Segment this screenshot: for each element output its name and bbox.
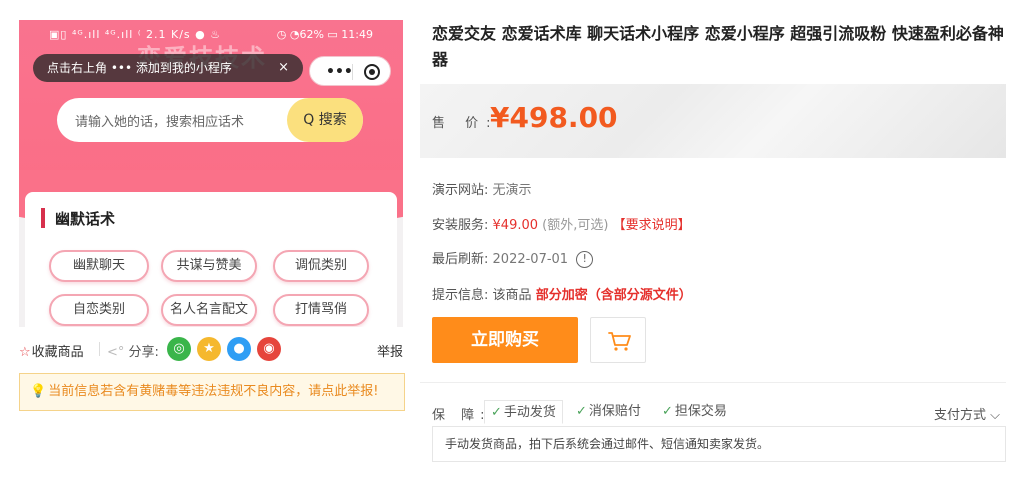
- add-miniprogram-tip: 点击右上角 ••• 添加到我的小程序 ×: [33, 54, 303, 82]
- cart-icon: [608, 332, 631, 351]
- phrase-category-card: 幽默话术 幽默聊天 共谋与赞美 调侃类别 自恋类别 名人名言配文 打情骂俏: [25, 192, 397, 327]
- close-icon: ×: [278, 60, 289, 75]
- check-icon: ✓: [662, 404, 673, 419]
- tip-text: 点击右上角 ••• 添加到我的小程序: [47, 61, 232, 75]
- lightbulb-icon: 💡: [30, 384, 47, 399]
- buy-now-button[interactable]: 立即购买: [432, 317, 578, 363]
- demo-row: 演示网站: 无演示: [432, 179, 532, 198]
- install-requirements-link[interactable]: 【要求说明】: [613, 218, 691, 233]
- phone-search-button: Q 搜索: [287, 98, 363, 142]
- guarantee-tab-compensation[interactable]: ✓ 消保赔付: [570, 400, 647, 424]
- chevron-down-icon: ⌵: [986, 408, 1000, 423]
- phrase-chip: 幽默聊天: [49, 250, 149, 282]
- miniprogram-capsule: •••: [309, 56, 391, 86]
- phrase-chip: 调侃类别: [273, 250, 369, 282]
- demo-value: 无演示: [492, 183, 532, 198]
- tip-highlight: 部分加密（含部分源文件）: [535, 288, 692, 303]
- install-row: 安装服务: ¥49.00 (额外,可选) 【要求说明】: [432, 214, 691, 233]
- share-text: 分享:: [128, 345, 159, 360]
- guarantee-tab-escrow[interactable]: ✓ 担保交易: [656, 400, 733, 424]
- info-icon[interactable]: !: [576, 251, 594, 268]
- demo-label: 演示网站:: [432, 183, 489, 198]
- refresh-label: 最后刷新:: [432, 252, 489, 267]
- price-panel: 售 价: ¥498.00: [420, 84, 1006, 158]
- phone-search-placeholder: 请输入她的话，搜索相应话术: [75, 115, 245, 130]
- weibo-icon[interactable]: ◉: [257, 337, 281, 361]
- check-icon: ✓: [576, 404, 587, 419]
- product-page: ▣▯ ⁴ᴳ.ıll ⁴ᴳ.ıll ⁽ 2.1 K/s ● ♨ ◷ ◔62% ▭ …: [0, 0, 1024, 480]
- tip-prefix: 该商品: [492, 288, 532, 303]
- phrase-chip: 打情骂俏: [273, 294, 369, 326]
- tip-label: 提示信息:: [432, 288, 489, 303]
- report-notice[interactable]: 💡 当前信息若含有黄赌毒等违法违规不良内容，请点此举报!: [19, 373, 405, 411]
- qzone-icon[interactable]: ★: [197, 337, 221, 361]
- payment-label: 支付方式: [933, 408, 986, 423]
- install-note: (额外,可选): [542, 218, 609, 233]
- guarantee-tab-manual-delivery[interactable]: ✓ 手动发货: [484, 400, 563, 424]
- phrase-chip: 共谋与赞美: [161, 250, 257, 282]
- status-right: ◷ ◔62% ▭ 11:49: [276, 28, 373, 41]
- refresh-row: 最后刷新: 2022-07-01 !: [432, 248, 594, 268]
- guarantee-item-label: 手动发货: [503, 405, 556, 420]
- favorite-button[interactable]: ☆收藏商品: [19, 341, 84, 360]
- capsule-divider: [352, 64, 353, 80]
- section-marker: [41, 208, 45, 228]
- price-label: 售 价:: [432, 116, 499, 131]
- payment-methods-dropdown[interactable]: 支付方式 ⌵: [934, 404, 1000, 423]
- phone-search-bar: 请输入她的话，搜索相应话术 Q 搜索: [57, 98, 363, 142]
- install-label: 安装服务:: [432, 218, 489, 233]
- share-icon: <°: [107, 345, 129, 360]
- share-label: <° 分享:: [107, 341, 159, 360]
- report-link[interactable]: 举报: [377, 341, 403, 360]
- divider: [99, 342, 100, 356]
- add-to-cart-button[interactable]: [590, 317, 646, 363]
- share-row: ☆收藏商品 <° 分享: ◎ ★ ● ◉ 举报: [19, 337, 405, 363]
- guarantee-label: 保 障:: [432, 408, 491, 423]
- wechat-icon[interactable]: ◎: [167, 337, 191, 361]
- install-price: ¥49.00: [492, 218, 539, 233]
- more-icon: •••: [326, 64, 353, 80]
- tip-row: 提示信息: 该商品 部分加密（含部分源文件）: [432, 284, 692, 303]
- guarantee-row: 保 障: ✓ 手动发货 ✓ 消保赔付 ✓ 担保交易 支付方式 ⌵: [432, 398, 1006, 426]
- guarantee-description: 手动发货商品，拍下后系统会通过邮件、短信通知卖家发货。: [432, 426, 1006, 462]
- section-divider: [420, 382, 1006, 383]
- check-icon: ✓: [491, 405, 502, 420]
- phrase-chip: 自恋类别: [49, 294, 149, 326]
- product-title: 恋爱交友 恋爱话术库 聊天话术小程序 恋爱小程序 超强引流吸粉 快速盈利必备神器: [432, 24, 1004, 69]
- phrase-chip: 名人名言配文: [161, 294, 257, 326]
- product-image[interactable]: ▣▯ ⁴ᴳ.ıll ⁴ᴳ.ıll ⁽ 2.1 K/s ● ♨ ◷ ◔62% ▭ …: [19, 20, 403, 327]
- guarantee-item-label: 消保赔付: [588, 404, 641, 419]
- qq-icon[interactable]: ●: [227, 337, 251, 361]
- notice-text: 当前信息若含有黄赌毒等违法违规不良内容，请点此举报!: [48, 384, 379, 399]
- refresh-value: 2022-07-01: [492, 252, 569, 267]
- price-value: ¥498.00: [490, 101, 618, 134]
- guarantee-item-label: 担保交易: [674, 404, 727, 419]
- section-title: 幽默话术: [55, 210, 116, 228]
- record-icon: [364, 64, 380, 80]
- star-icon: ☆: [19, 345, 31, 360]
- favorite-label: 收藏商品: [31, 345, 84, 360]
